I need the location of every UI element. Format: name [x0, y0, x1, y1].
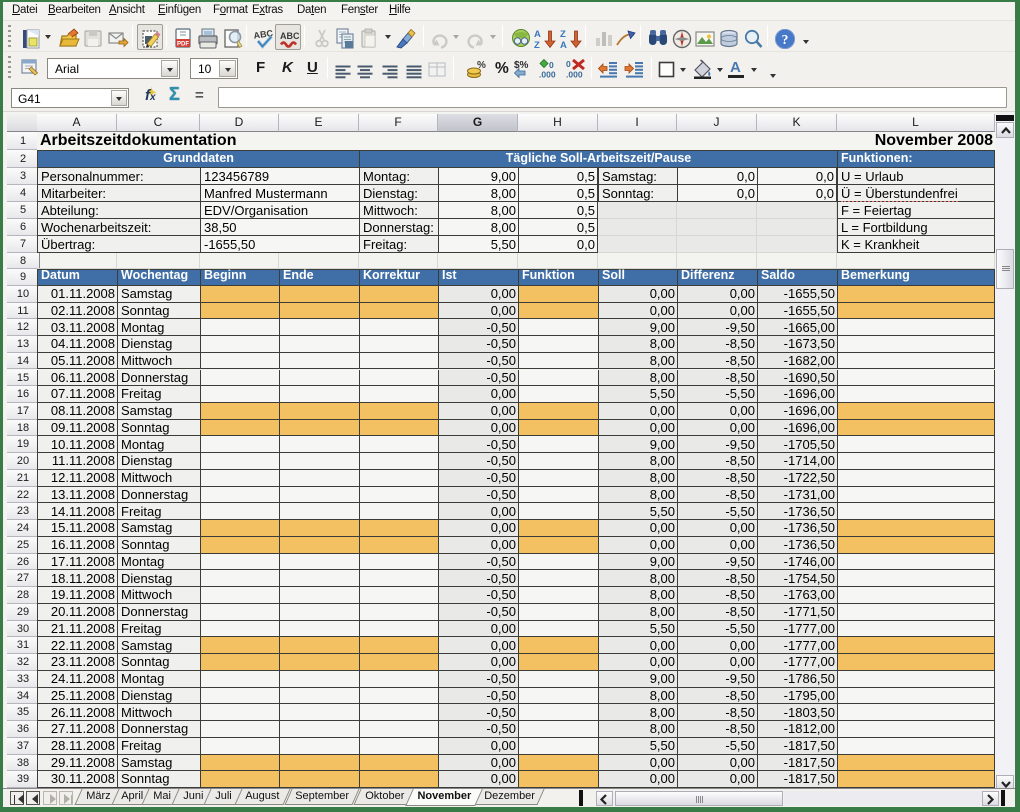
- svg-text:?: ?: [782, 32, 789, 47]
- svg-text:%: %: [477, 60, 486, 71]
- svg-text:PDF: PDF: [177, 42, 189, 48]
- svg-text:A: A: [534, 29, 541, 40]
- svg-text:0: 0: [566, 59, 571, 69]
- svg-text:$%: $%: [514, 60, 529, 71]
- svg-text:.000: .000: [539, 70, 556, 80]
- svg-text:ABC: ABC: [280, 31, 300, 41]
- svg-text:Z: Z: [534, 40, 540, 50]
- svg-text:.000: .000: [566, 70, 583, 80]
- svg-text:A: A: [560, 40, 567, 50]
- svg-text:0: 0: [549, 60, 554, 70]
- svg-text:Z: Z: [560, 29, 566, 40]
